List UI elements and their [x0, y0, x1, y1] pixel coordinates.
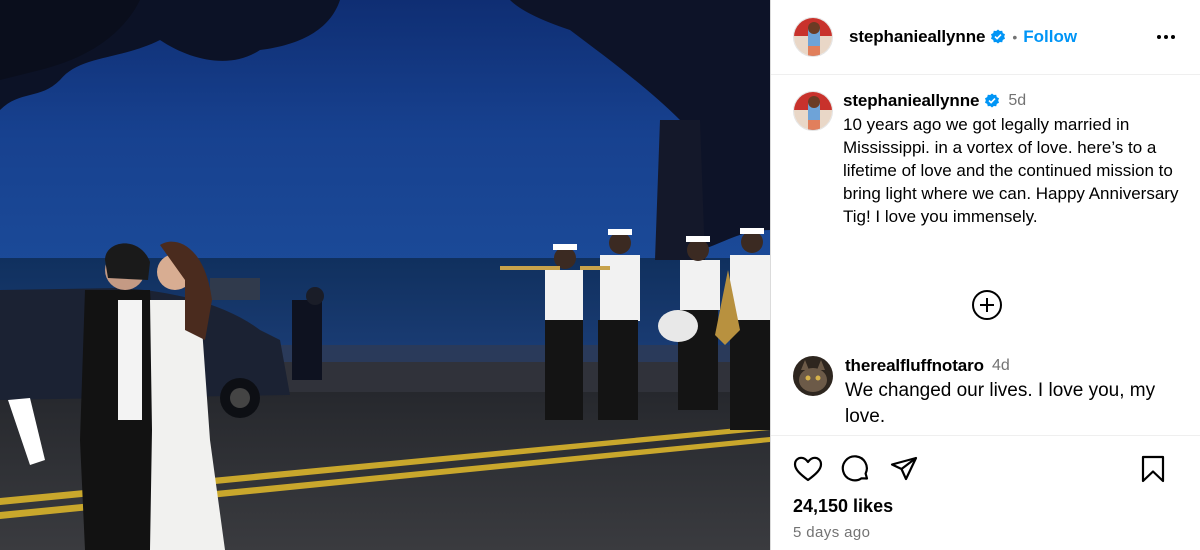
- post-photo[interactable]: [0, 0, 770, 550]
- comment-time[interactable]: 4d: [992, 357, 1010, 375]
- comment-icon[interactable]: [841, 454, 871, 484]
- action-bar: [793, 454, 1178, 484]
- caption-time[interactable]: 5d: [1008, 92, 1026, 110]
- post-caption: stephanieallynne 5d 10 years ago we got …: [793, 91, 1178, 228]
- instagram-post: stephanieallynne • Follow stephanieallyn…: [0, 0, 1200, 550]
- heart-icon[interactable]: [793, 454, 823, 484]
- send-icon[interactable]: [889, 454, 919, 484]
- post-side-panel: stephanieallynne • Follow stephanieallyn…: [770, 0, 1200, 550]
- header-separator: •: [1012, 29, 1018, 45]
- caption-username[interactable]: stephanieallynne: [843, 91, 979, 111]
- post-header: stephanieallynne • Follow: [771, 0, 1200, 75]
- more-options-icon[interactable]: [1146, 17, 1186, 57]
- bookmark-icon[interactable]: [1138, 454, 1168, 484]
- author-avatar[interactable]: [793, 17, 833, 57]
- load-more-comments-icon[interactable]: [971, 289, 1003, 321]
- follow-button[interactable]: Follow: [1023, 27, 1077, 47]
- caption-avatar[interactable]: [793, 91, 833, 131]
- caption-text: 10 years ago we got legally married in M…: [843, 115, 1179, 226]
- commenter-avatar[interactable]: [793, 356, 833, 396]
- verified-badge-icon: [990, 29, 1006, 45]
- post-photo-image: [0, 0, 770, 550]
- commenter-username[interactable]: therealfluffnotaro: [845, 356, 984, 376]
- author-username[interactable]: stephanieallynne: [849, 27, 985, 47]
- comment-text: We changed our lives. I love you, my lov…: [845, 380, 1156, 427]
- comments-section: stephanieallynne 5d 10 years ago we got …: [771, 75, 1200, 435]
- post-footer: 24,150 likes 5 days ago: [771, 435, 1200, 550]
- likes-count[interactable]: 24,150 likes: [793, 496, 1178, 517]
- post-date[interactable]: 5 days ago: [793, 524, 1178, 541]
- verified-badge-icon: [984, 93, 1000, 109]
- comment-item: therealfluffnotaro 4d We changed our liv…: [793, 356, 1195, 430]
